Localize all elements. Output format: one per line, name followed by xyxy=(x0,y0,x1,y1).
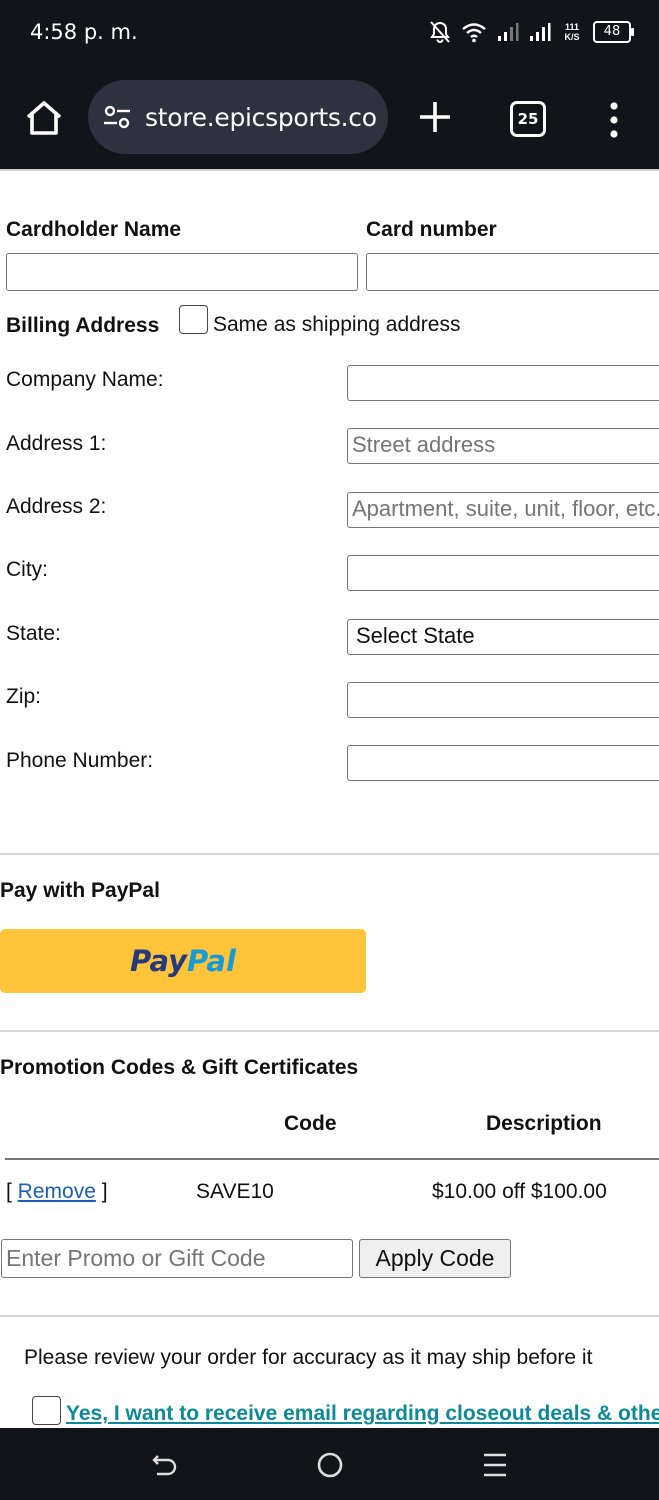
home-icon[interactable] xyxy=(22,96,66,140)
table-header-rule xyxy=(5,1158,659,1160)
home-nav-icon[interactable] xyxy=(315,1450,345,1480)
review-notice: Please review your order for accuracy as… xyxy=(24,1346,593,1369)
status-icons: 111 K/S 48 xyxy=(429,20,634,44)
company-name-label: Company Name: xyxy=(6,368,164,391)
wifi-icon xyxy=(462,23,486,43)
promo-description-value: $10.00 off $100.00 xyxy=(432,1180,607,1203)
zip-label: Zip: xyxy=(6,685,42,708)
site-settings-icon[interactable] xyxy=(102,102,132,132)
mute-bell-icon xyxy=(430,21,450,43)
address1-label: Address 1: xyxy=(6,432,107,455)
promo-heading: Promotion Codes & Gift Certificates xyxy=(0,1056,359,1079)
url-bar[interactable]: store.epicsports.com xyxy=(88,80,388,154)
paypal-logo: PayPal xyxy=(130,944,236,978)
more-menu-icon[interactable] xyxy=(604,100,624,140)
apply-code-button[interactable]: Apply Code xyxy=(359,1239,511,1278)
city-input[interactable] xyxy=(347,555,659,591)
new-tab-icon[interactable] xyxy=(416,98,454,136)
paypal-heading: Pay with PayPal xyxy=(0,879,160,902)
promo-code-value: SAVE10 xyxy=(196,1180,274,1203)
section-divider xyxy=(0,853,659,855)
company-name-input[interactable] xyxy=(347,365,659,401)
phone-number-input[interactable] xyxy=(347,745,659,781)
same-as-shipping-checkbox[interactable] xyxy=(179,305,208,334)
billing-address-heading: Billing Address xyxy=(6,314,160,337)
signal-2-icon xyxy=(530,23,551,41)
card-number-input[interactable] xyxy=(366,253,659,291)
battery-icon: 48 xyxy=(593,21,634,43)
address2-label: Address 2: xyxy=(6,495,107,518)
recents-icon[interactable] xyxy=(480,1450,510,1480)
cardholder-name-label: Cardholder Name xyxy=(6,218,182,241)
browser-toolbar: store.epicsports.com 25 xyxy=(0,68,659,169)
url-text[interactable]: store.epicsports.com xyxy=(145,103,377,132)
phone-number-label: Phone Number: xyxy=(6,749,154,772)
city-label: City: xyxy=(6,558,48,581)
email-optin-checkbox[interactable] xyxy=(32,1396,61,1425)
same-as-shipping-label: Same as shipping address xyxy=(213,313,461,336)
section-divider xyxy=(0,1315,659,1317)
table-row: [ Remove ] xyxy=(6,1180,108,1203)
network-speed: 111 K/S xyxy=(564,22,580,42)
paypal-button[interactable]: PayPal xyxy=(0,929,366,993)
status-time: 4:58 p. m. xyxy=(30,20,138,44)
address2-input[interactable]: Apartment, suite, unit, floor, etc. xyxy=(347,492,659,528)
zip-input[interactable] xyxy=(347,682,659,718)
description-column-header: Description xyxy=(486,1112,602,1135)
section-divider xyxy=(0,1030,659,1032)
address1-input[interactable]: Street address xyxy=(347,428,659,464)
tab-switcher-button[interactable]: 25 xyxy=(510,101,546,137)
promo-code-input[interactable]: Enter Promo or Gift Code xyxy=(1,1239,353,1278)
state-label: State: xyxy=(6,622,61,645)
card-number-label: Card number xyxy=(366,218,497,241)
remove-promo-link[interactable]: Remove xyxy=(18,1180,96,1203)
email-optin-label[interactable]: Yes, I want to receive email regarding c… xyxy=(66,1402,659,1426)
state-select[interactable]: Select State xyxy=(347,619,659,655)
code-column-header: Code xyxy=(284,1112,337,1135)
signal-1-icon xyxy=(498,23,519,41)
cardholder-name-input[interactable] xyxy=(6,253,358,291)
status-bar: 4:58 p. m. 111 K/S 48 xyxy=(0,0,659,68)
back-icon[interactable] xyxy=(150,1450,180,1480)
toolbar-divider xyxy=(0,169,659,171)
system-nav-bar xyxy=(0,1428,659,1500)
